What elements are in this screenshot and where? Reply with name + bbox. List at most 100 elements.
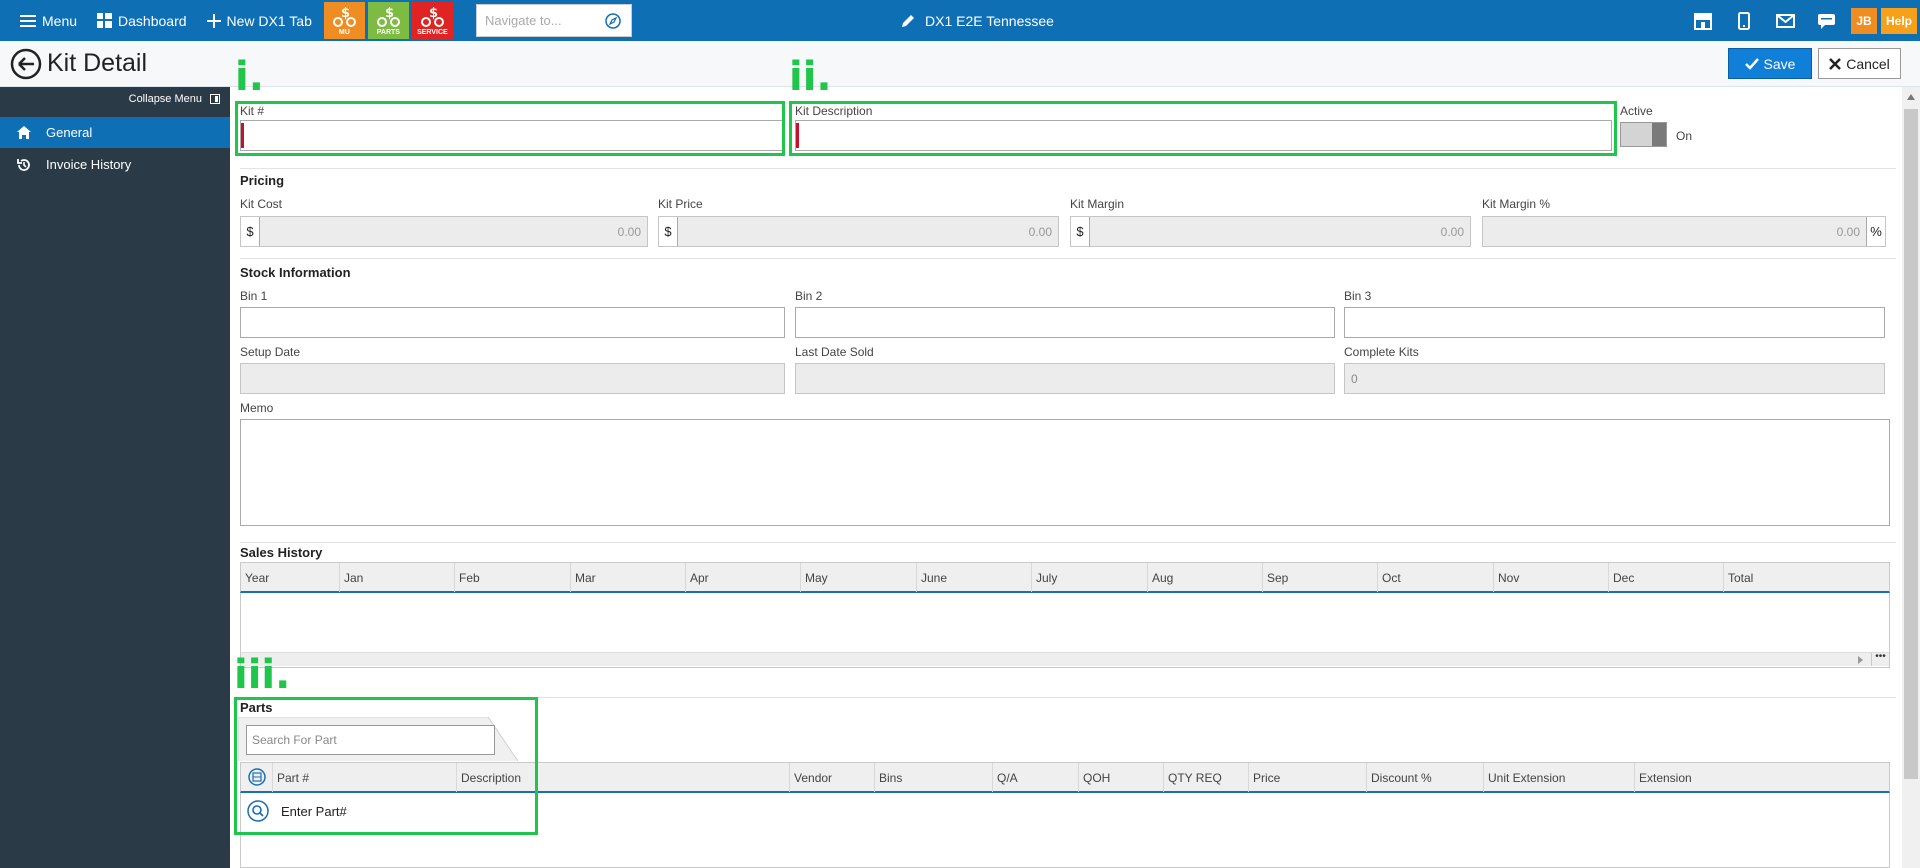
column-header[interactable]: Sep bbox=[1263, 563, 1378, 592]
column-header[interactable]: May bbox=[801, 563, 917, 592]
plus-icon bbox=[206, 13, 221, 28]
kit-margin-pct-label: Kit Margin % bbox=[1482, 197, 1551, 211]
kit-margin-field: $ bbox=[1070, 216, 1471, 247]
save-button[interactable]: Save bbox=[1728, 48, 1812, 79]
annotation-label-i: i. bbox=[235, 54, 264, 100]
title-bar: Kit Detail Save Cancel bbox=[0, 41, 1920, 87]
column-header[interactable]: Year bbox=[241, 563, 340, 592]
chat-button[interactable] bbox=[1806, 0, 1847, 41]
navigate-input[interactable] bbox=[485, 13, 605, 28]
last-date-sold-field bbox=[795, 363, 1335, 394]
kit-cost-label: Kit Cost bbox=[240, 197, 283, 211]
bin3-input[interactable] bbox=[1345, 308, 1884, 337]
column-header[interactable]: Bins bbox=[875, 763, 993, 792]
new-tab-button[interactable]: New DX1 Tab bbox=[197, 0, 322, 41]
highlight-box-kit-description bbox=[789, 101, 1617, 156]
save-label: Save bbox=[1763, 55, 1796, 72]
column-header[interactable]: Jan bbox=[340, 563, 455, 592]
column-header[interactable]: Total bbox=[1724, 563, 1889, 592]
column-header[interactable]: Aug bbox=[1148, 563, 1263, 592]
column-header[interactable]: June bbox=[917, 563, 1032, 592]
memo-field bbox=[240, 419, 1890, 526]
mu-tile[interactable]: $ MU bbox=[323, 2, 365, 39]
kit-margin-pct-input[interactable] bbox=[1483, 217, 1866, 246]
navigate-box bbox=[476, 4, 632, 37]
mail-button[interactable] bbox=[1765, 0, 1806, 41]
cancel-button[interactable]: Cancel bbox=[1818, 48, 1901, 79]
sidebar-item-label: Invoice History bbox=[46, 157, 132, 172]
column-header[interactable]: Discount % bbox=[1367, 763, 1484, 792]
scroll-up-icon[interactable] bbox=[1906, 93, 1916, 101]
sidebar: Collapse Menu General Invoice History bbox=[0, 87, 230, 868]
column-header[interactable]: Price bbox=[1249, 763, 1367, 792]
dashboard-icon bbox=[97, 13, 113, 28]
dashboard-button[interactable]: Dashboard bbox=[87, 0, 197, 41]
currency-symbol: $ bbox=[1071, 217, 1090, 246]
sidebar-item-general[interactable]: General bbox=[0, 117, 230, 148]
vertical-scrollbar[interactable] bbox=[1902, 87, 1920, 868]
complete-kits-label: Complete Kits bbox=[1344, 345, 1419, 359]
chat-icon bbox=[1817, 13, 1835, 29]
scroll-right-icon[interactable] bbox=[1857, 655, 1865, 665]
highlight-box-kit-number bbox=[235, 101, 785, 156]
column-header[interactable]: Q/A bbox=[993, 763, 1079, 792]
menu-label: Menu bbox=[42, 12, 78, 29]
horizontal-scrollbar[interactable]: ••• bbox=[241, 652, 1889, 666]
check-icon bbox=[1744, 57, 1759, 70]
back-arrow-icon[interactable] bbox=[10, 48, 42, 80]
column-header[interactable]: Mar bbox=[571, 563, 686, 592]
column-header[interactable]: July bbox=[1032, 563, 1148, 592]
complete-kits-input[interactable] bbox=[1345, 364, 1884, 393]
bin2-input[interactable] bbox=[796, 308, 1334, 337]
parts-dollar-icon: $ bbox=[377, 6, 401, 27]
sidebar-item-invoice-history[interactable]: Invoice History bbox=[0, 149, 230, 180]
sales-history-header: Year Jan Feb Mar Apr May June July Aug S… bbox=[240, 562, 1890, 593]
collapse-menu-label: Collapse Menu bbox=[128, 93, 202, 105]
last-date-sold-input[interactable] bbox=[796, 364, 1334, 393]
toggle-knob bbox=[1652, 123, 1666, 146]
kit-cost-input[interactable] bbox=[260, 217, 647, 246]
scrollbar-thumb[interactable] bbox=[1904, 109, 1918, 779]
service-tile[interactable]: $ SERVICE bbox=[411, 2, 453, 39]
mobile-button[interactable] bbox=[1724, 0, 1765, 41]
user-avatar[interactable]: JB bbox=[1850, 7, 1877, 34]
stock-info-title: Stock Information bbox=[240, 265, 351, 280]
bin1-input[interactable] bbox=[241, 308, 784, 337]
column-header[interactable]: Unit Extension bbox=[1484, 763, 1635, 792]
mu-tile-label: MU bbox=[338, 28, 350, 36]
bin2-field bbox=[795, 307, 1335, 338]
column-header[interactable]: Vendor bbox=[790, 763, 875, 792]
main-content: Kit # Kit Description Active On Pricing … bbox=[230, 57, 1902, 868]
column-header[interactable]: QTY REQ bbox=[1164, 763, 1249, 792]
bin1-label: Bin 1 bbox=[240, 289, 268, 303]
column-header[interactable]: Apr bbox=[686, 563, 801, 592]
kit-margin-input[interactable] bbox=[1090, 217, 1470, 246]
collapse-menu-button[interactable]: Collapse Menu bbox=[129, 93, 220, 105]
parts-tile[interactable]: $ PARTS bbox=[367, 2, 409, 39]
help-button[interactable]: Help bbox=[1880, 7, 1917, 34]
setup-date-input[interactable] bbox=[241, 364, 784, 393]
divider bbox=[240, 542, 1896, 543]
kit-price-input[interactable] bbox=[678, 217, 1058, 246]
memo-textarea[interactable] bbox=[241, 420, 1889, 525]
column-header[interactable]: Nov bbox=[1494, 563, 1609, 592]
compass-icon[interactable] bbox=[605, 12, 621, 29]
sales-history-body: ••• bbox=[240, 593, 1890, 668]
annotation-label-iii: iii. bbox=[234, 652, 291, 698]
dashboard-label: Dashboard bbox=[118, 12, 187, 29]
active-toggle[interactable] bbox=[1620, 122, 1667, 147]
percent-symbol: % bbox=[1866, 217, 1885, 246]
column-header[interactable]: Feb bbox=[455, 563, 571, 592]
bin1-field bbox=[240, 307, 785, 338]
store-button[interactable] bbox=[1683, 0, 1724, 41]
menu-button[interactable]: Menu bbox=[0, 0, 87, 41]
more-options-icon[interactable]: ••• bbox=[1871, 652, 1889, 666]
column-header[interactable]: Dec bbox=[1609, 563, 1724, 592]
pricing-title: Pricing bbox=[240, 173, 285, 188]
column-header[interactable]: QOH bbox=[1079, 763, 1164, 792]
column-header[interactable]: Extension bbox=[1635, 763, 1889, 792]
motorcycle-dollar-icon: $ bbox=[333, 6, 357, 27]
kit-price-field: $ bbox=[658, 216, 1059, 247]
store-title[interactable]: DX1 E2E Tennessee bbox=[900, 0, 1054, 41]
column-header[interactable]: Oct bbox=[1378, 563, 1494, 592]
